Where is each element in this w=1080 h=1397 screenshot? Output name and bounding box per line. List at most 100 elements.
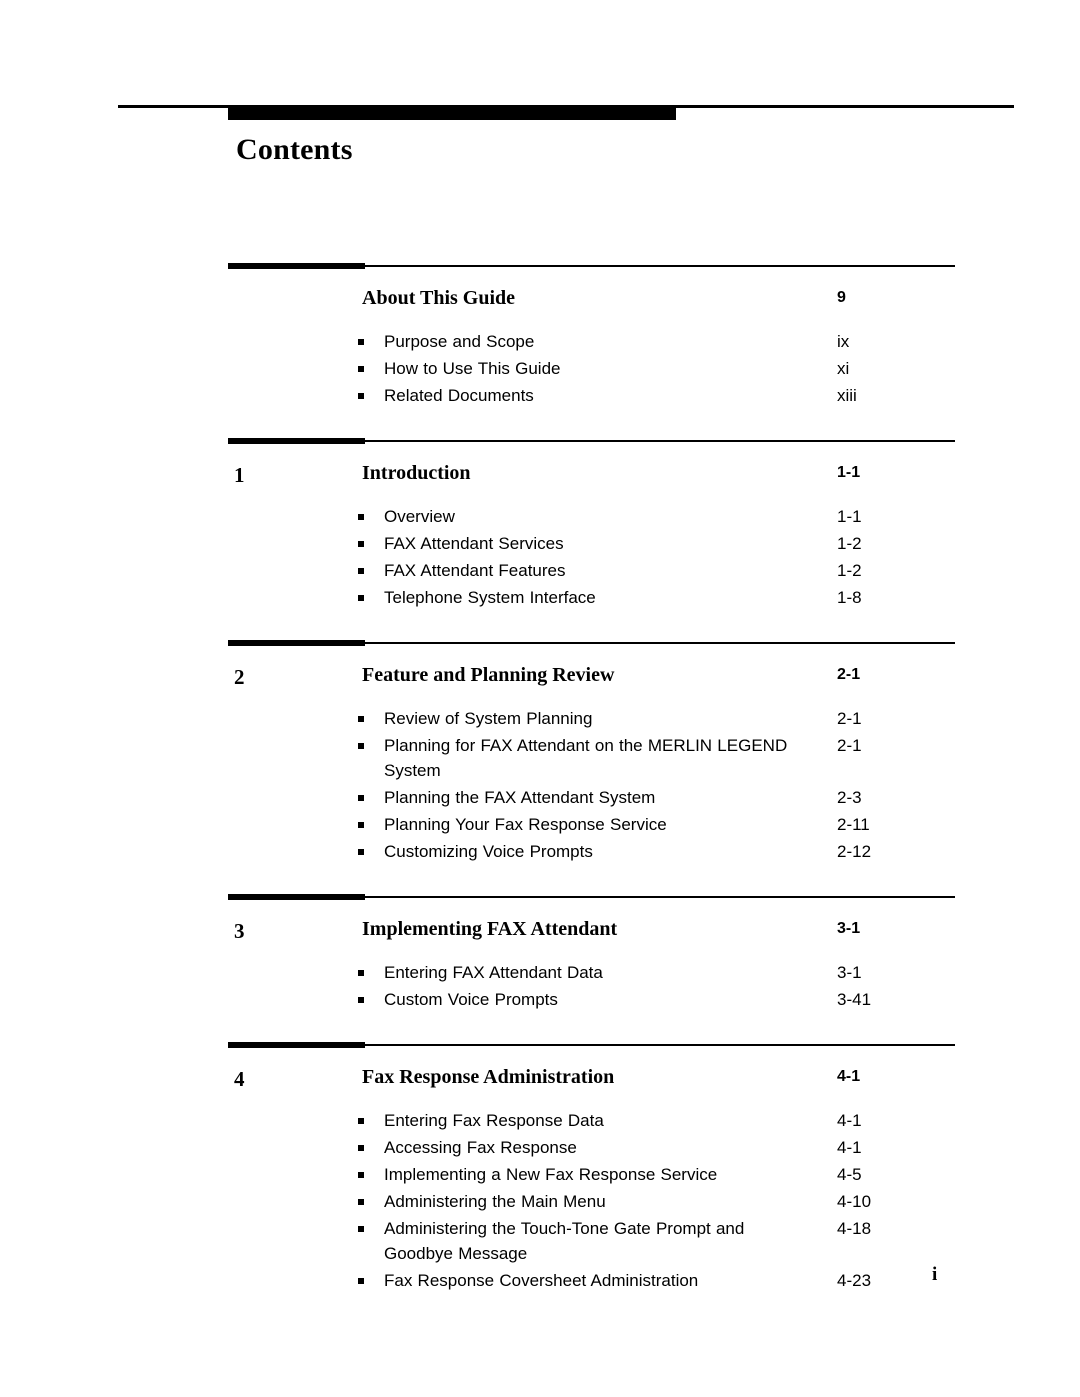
chapter-number: 1 (234, 463, 245, 487)
toc-entry-label[interactable]: Administering the Main Menu (384, 1189, 804, 1214)
toc-entry[interactable]: Planning the FAX Attendant System 2-3 (358, 785, 955, 810)
square-bullet-icon (358, 541, 364, 547)
toc-entry-page-number: 1-1 (837, 507, 862, 526)
square-bullet-icon (358, 1199, 364, 1205)
toc-section: 3 Implementing FAX Attendant 3-1 Entering F… (228, 894, 955, 1012)
toc-entry-page-number: 2-3 (837, 788, 862, 807)
section-thick-bar (228, 438, 365, 444)
square-bullet-icon (358, 822, 364, 828)
toc-entry[interactable]: Related Documents xiii (358, 383, 955, 408)
toc-entry-label[interactable]: Entering Fax Response Data (384, 1108, 804, 1133)
toc-entry[interactable]: Purpose and Scope ix (358, 329, 955, 354)
toc-entry-label[interactable]: Custom Voice Prompts (384, 987, 804, 1012)
section-heading[interactable]: Introduction 1-1 (362, 460, 955, 488)
toc-entry-label[interactable]: Planning Your Fax Response Service (384, 812, 804, 837)
toc-section: 4 Fax Response Administration 4-1 Entering … (228, 1042, 955, 1293)
toc-entry-page-number: ix (837, 332, 850, 351)
toc-entry[interactable]: Administering the Touch-Tone Gate Prompt… (358, 1216, 955, 1266)
square-bullet-icon (358, 1172, 364, 1178)
toc-entry-label[interactable]: Telephone System Interface (384, 585, 804, 610)
square-bullet-icon (358, 743, 364, 749)
toc-entry[interactable]: Overview 1-1 (358, 504, 955, 529)
toc-entry[interactable]: Review of System Planning 2-1 (358, 706, 955, 731)
section-title[interactable]: Fax Response Administration (362, 1066, 614, 1088)
toc-entry[interactable]: Telephone System Interface 1-8 (358, 585, 955, 610)
toc-entry[interactable]: Planning Your Fax Response Service 2-11 (358, 812, 955, 837)
page-canvas: Contents About This Guide 9 Purpose and Sc… (0, 0, 1080, 1397)
toc-entry-label[interactable]: Fax Response Coversheet Administration (384, 1268, 804, 1293)
toc-entry-label[interactable]: Related Documents (384, 383, 804, 408)
section-heading[interactable]: Feature and Planning Review 2-1 (362, 662, 955, 690)
page-title: Contents (236, 133, 353, 166)
section-body: 2 Feature and Planning Review 2-1 Review of… (228, 662, 955, 864)
toc-entry[interactable]: Administering the Main Menu 4-10 (358, 1189, 955, 1214)
toc-entry[interactable]: Implementing a New Fax Response Service 4… (358, 1162, 955, 1187)
toc-entry-label[interactable]: Overview (384, 504, 804, 529)
toc-entry[interactable]: How to Use This Guide xi (358, 356, 955, 381)
section-title[interactable]: About This Guide (362, 287, 515, 309)
toc-entry-page-number: xiii (837, 386, 857, 405)
square-bullet-icon (358, 1145, 364, 1151)
toc-entry-label[interactable]: Review of System Planning (384, 706, 804, 731)
section-body: 1 Introduction 1-1 Overview 1-1 FAX Attendant… (228, 460, 955, 610)
section-divider-rule (228, 894, 955, 900)
toc-entry-page-number: 2-1 (837, 709, 862, 728)
toc-entry-label[interactable]: Planning for FAX Attendant on the MERLIN… (384, 733, 804, 783)
section-divider-rule (228, 640, 955, 646)
toc-entry-label[interactable]: Accessing Fax Response (384, 1135, 804, 1160)
toc-entry-page-number: 4-5 (837, 1165, 862, 1184)
toc-entry-label[interactable]: Planning the FAX Attendant System (384, 785, 804, 810)
toc-entry[interactable]: FAX Attendant Services 1-2 (358, 531, 955, 556)
masthead-thick-bar (228, 108, 676, 120)
square-bullet-icon (358, 716, 364, 722)
square-bullet-icon (358, 1278, 364, 1284)
chapter-number: 2 (234, 665, 245, 689)
toc-entry-page-number: 2-1 (837, 736, 862, 755)
toc-entry-label[interactable]: Customizing Voice Prompts (384, 839, 804, 864)
section-heading[interactable]: Fax Response Administration 4-1 (362, 1064, 955, 1092)
toc-entry-label[interactable]: FAX Attendant Services (384, 531, 804, 556)
section-entry-list: Entering FAX Attendant Data 3-1 Custom Voi… (358, 960, 955, 1012)
chapter-number: 3 (234, 919, 245, 943)
section-title[interactable]: Introduction (362, 462, 471, 484)
table-of-contents: About This Guide 9 Purpose and Scope ix How … (228, 263, 955, 1319)
toc-entry[interactable]: Entering FAX Attendant Data 3-1 (358, 960, 955, 985)
toc-entry-page-number: 4-10 (837, 1192, 872, 1211)
section-page-number: 9 (837, 289, 846, 306)
toc-entry[interactable]: Accessing Fax Response 4-1 (358, 1135, 955, 1160)
toc-entry-label[interactable]: Implementing a New Fax Response Service (384, 1162, 804, 1187)
toc-entry-page-number: 4-1 (837, 1138, 862, 1157)
section-thick-bar (228, 640, 365, 646)
toc-entry-label[interactable]: Purpose and Scope (384, 329, 804, 354)
toc-entry-page-number: 4-23 (837, 1271, 872, 1290)
toc-entry-page-number: 1-2 (837, 534, 862, 553)
toc-entry[interactable]: Custom Voice Prompts 3-41 (358, 987, 955, 1012)
section-heading[interactable]: Implementing FAX Attendant 3-1 (362, 916, 955, 944)
toc-entry-page-number: 4-18 (837, 1219, 872, 1238)
toc-entry[interactable]: Fax Response Coversheet Administration 4-… (358, 1268, 955, 1293)
toc-entry-page-number: 1-8 (837, 588, 862, 607)
square-bullet-icon (358, 970, 364, 976)
toc-entry-label[interactable]: Entering FAX Attendant Data (384, 960, 804, 985)
chapter-number: 4 (234, 1067, 245, 1091)
section-page-number: 2-1 (837, 666, 861, 683)
toc-entry[interactable]: Entering Fax Response Data 4-1 (358, 1108, 955, 1133)
section-heading[interactable]: About This Guide 9 (362, 285, 955, 313)
toc-entry-label[interactable]: How to Use This Guide (384, 356, 804, 381)
section-body: About This Guide 9 Purpose and Scope ix How … (228, 285, 955, 408)
toc-entry-label[interactable]: Administering the Touch-Tone Gate Prompt… (384, 1216, 804, 1266)
section-title[interactable]: Feature and Planning Review (362, 664, 614, 686)
toc-entry-label[interactable]: FAX Attendant Features (384, 558, 804, 583)
section-page-number: 4-1 (837, 1068, 861, 1085)
section-page-number: 1-1 (837, 464, 861, 481)
square-bullet-icon (358, 339, 364, 345)
section-thick-bar (228, 263, 365, 269)
toc-entry[interactable]: Planning for FAX Attendant on the MERLIN… (358, 733, 955, 783)
toc-entry[interactable]: FAX Attendant Features 1-2 (358, 558, 955, 583)
section-body: 4 Fax Response Administration 4-1 Entering … (228, 1064, 955, 1293)
section-entry-list: Review of System Planning 2-1 Planning for… (358, 706, 955, 864)
toc-entry[interactable]: Customizing Voice Prompts 2-12 (358, 839, 955, 864)
section-title[interactable]: Implementing FAX Attendant (362, 918, 617, 940)
section-body: 3 Implementing FAX Attendant 3-1 Entering F… (228, 916, 955, 1012)
section-entry-list: Entering Fax Response Data 4-1 Accessing F… (358, 1108, 955, 1293)
